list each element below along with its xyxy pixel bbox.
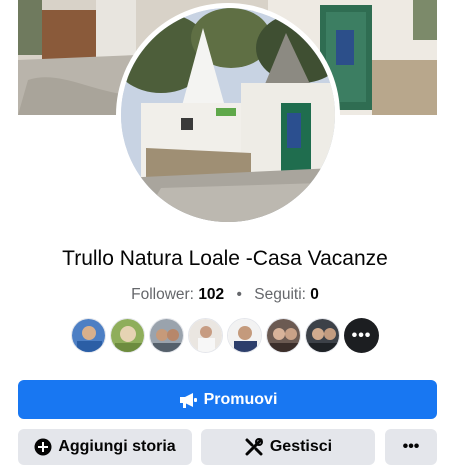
promote-button[interactable]: Promuovi: [18, 380, 437, 419]
followers-count[interactable]: 102: [198, 286, 224, 303]
ellipsis-icon: •••: [402, 438, 420, 455]
friend-avatar[interactable]: [305, 318, 340, 353]
secondary-actions-row: Aggiungi storia Gestisci •••: [0, 429, 450, 465]
manage-label: Gestisci: [269, 438, 333, 455]
ellipsis-icon: •••: [351, 326, 372, 344]
add-story-button[interactable]: Aggiungi storia: [18, 429, 192, 465]
follower-stats: Follower: 102 • Seguiti: 0: [0, 286, 450, 304]
more-followers-button[interactable]: •••: [344, 318, 379, 353]
friend-avatar[interactable]: [149, 318, 184, 353]
following-count[interactable]: 0: [310, 286, 319, 303]
add-story-label: Aggiungi storia: [58, 438, 176, 455]
profile-picture[interactable]: [121, 8, 335, 222]
following-label: Seguiti:: [254, 286, 306, 303]
stats-separator: •: [236, 286, 242, 303]
profile-picture-frame: [116, 3, 340, 227]
page-title: Trullo Natura Loale -Casa Vacanze: [62, 247, 388, 270]
follower-avatars-row: •••: [71, 318, 379, 354]
megaphone-icon: [178, 391, 198, 409]
friend-avatar[interactable]: [266, 318, 301, 353]
friend-avatar[interactable]: [110, 318, 145, 353]
wrench-icon: [244, 437, 264, 457]
more-actions-button[interactable]: •••: [385, 429, 437, 465]
promote-label: Promuovi: [203, 390, 278, 408]
friend-avatar[interactable]: [71, 318, 106, 353]
plus-circle-icon: [34, 438, 52, 456]
followers-label: Follower:: [131, 286, 194, 303]
manage-button[interactable]: Gestisci: [201, 429, 375, 465]
friend-avatar[interactable]: [227, 318, 262, 353]
friend-avatar[interactable]: [188, 318, 223, 353]
